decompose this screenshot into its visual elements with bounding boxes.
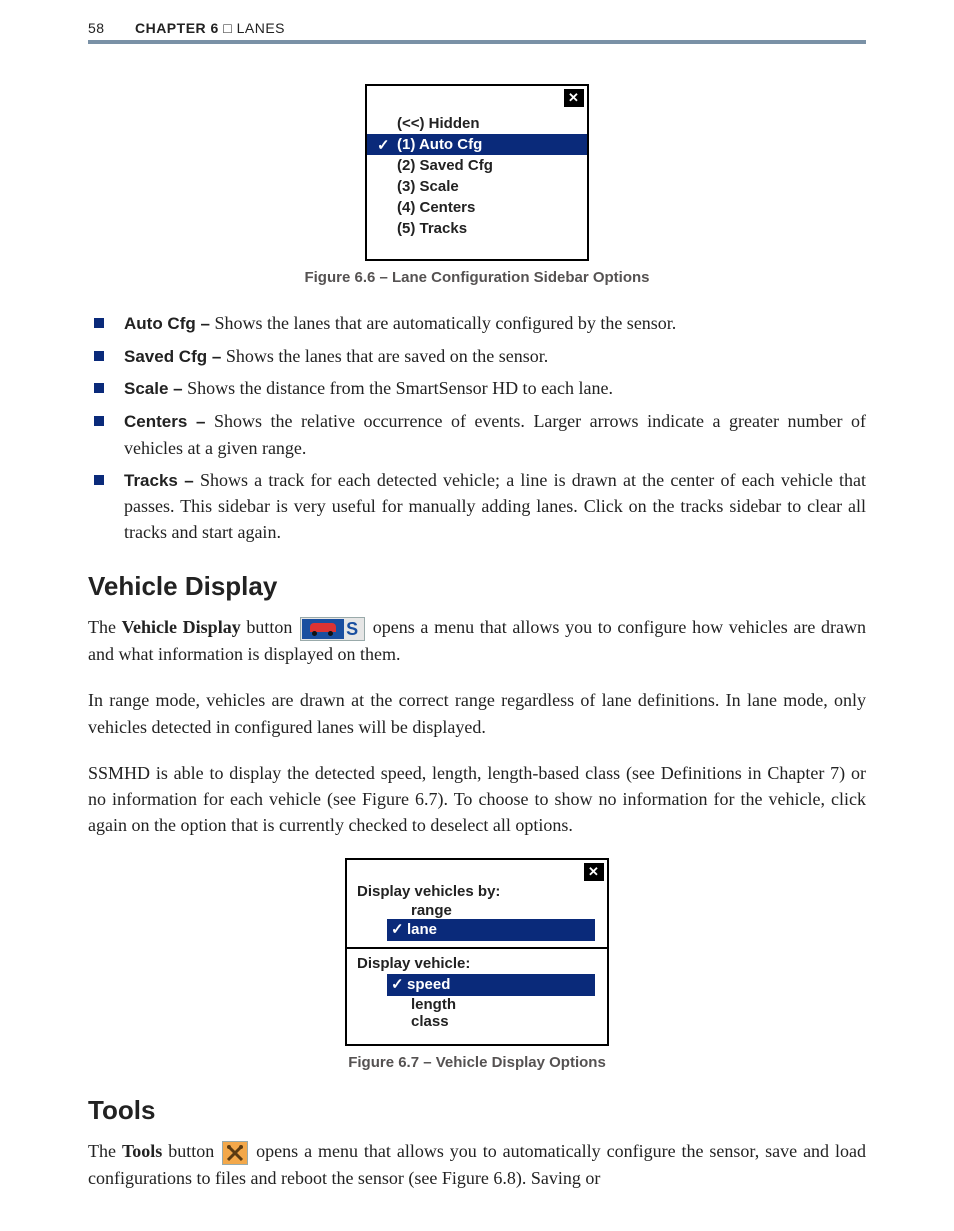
- text-segment: The: [88, 617, 122, 637]
- option-speed-label: speed: [407, 976, 450, 993]
- option-lane[interactable]: ✓ lane: [387, 919, 595, 941]
- tools-para: The Tools button opens a menu that allow…: [88, 1138, 866, 1191]
- tools-bold: Tools: [122, 1141, 162, 1161]
- vehicle-display-para-2: In range mode, vehicles are drawn at the…: [88, 687, 866, 739]
- group-heading: Display vehicle:: [347, 953, 607, 974]
- check-icon: ✓: [391, 919, 404, 941]
- desc-centers: Shows the relative occurrence of events.…: [124, 411, 866, 458]
- list-item: Centers – Shows the relative occurrence …: [88, 408, 866, 461]
- option-lane-label: lane: [407, 921, 437, 938]
- tools-button-icon[interactable]: [222, 1141, 248, 1165]
- figure-6-7-caption: Figure 6.7 – Vehicle Display Options: [88, 1054, 866, 1071]
- display-vehicle-group: Display vehicle: ✓ speed length class: [347, 947, 607, 1034]
- close-icon[interactable]: [564, 89, 584, 107]
- chapter-title: LANES: [237, 20, 285, 36]
- close-icon[interactable]: [584, 863, 604, 881]
- desc-saved-cfg: Shows the lanes that are saved on the se…: [221, 346, 548, 366]
- check-icon: ✓: [377, 136, 390, 154]
- vehicle-display-bold: Vehicle Display: [122, 617, 241, 637]
- vehicle-display-para-1: The Vehicle Display button S opens a men…: [88, 614, 866, 667]
- term-centers: Centers –: [124, 412, 206, 431]
- chapter-label: CHAPTER 6: [135, 20, 219, 36]
- sidebar-option-auto-cfg[interactable]: ✓ (1) Auto Cfg: [367, 134, 587, 155]
- text-segment: button: [241, 617, 298, 637]
- group-heading: Display vehicles by:: [347, 881, 607, 902]
- vehicle-display-para-3: SSMHD is able to display the detected sp…: [88, 760, 866, 838]
- fig66-titlebar: [367, 86, 587, 113]
- document-page: 58 CHAPTER 6 □ LANES (<<) Hidden ✓ (1) A…: [0, 0, 954, 1231]
- list-item: Saved Cfg – Shows the lanes that are sav…: [88, 343, 866, 370]
- page-number: 58: [88, 20, 105, 36]
- term-auto-cfg: Auto Cfg –: [124, 314, 210, 333]
- desc-tracks: Shows a track for each detected vehicle;…: [124, 470, 866, 543]
- term-scale: Scale –: [124, 379, 183, 398]
- sidebar-option-centers[interactable]: (4) Centers: [367, 197, 587, 218]
- option-class[interactable]: class: [347, 1013, 607, 1030]
- sidebar-option-tracks[interactable]: (5) Tracks: [367, 218, 587, 239]
- lane-config-sidebar-figure: (<<) Hidden ✓ (1) Auto Cfg (2) Saved Cfg…: [365, 84, 589, 261]
- vehicle-display-button-letter: S: [344, 619, 362, 639]
- option-length[interactable]: length: [347, 996, 607, 1013]
- header-rule: [88, 40, 866, 44]
- sidebar-option-label: (1) Auto Cfg: [397, 136, 482, 153]
- definition-list: Auto Cfg – Shows the lanes that are auto…: [88, 310, 866, 545]
- tools-heading: Tools: [88, 1095, 866, 1126]
- text-segment: The: [88, 1141, 122, 1161]
- fig67-titlebar: [347, 860, 607, 881]
- crossed-tools-icon: [225, 1143, 245, 1163]
- vehicle-display-button-icon[interactable]: S: [300, 617, 365, 641]
- vehicle-display-options-figure: Display vehicles by: range ✓ lane Displa…: [345, 858, 609, 1046]
- term-tracks: Tracks –: [124, 471, 194, 490]
- display-vehicles-by-group: Display vehicles by: range ✓ lane: [347, 881, 607, 945]
- figure-6-6-caption: Figure 6.6 – Lane Configuration Sidebar …: [88, 269, 866, 286]
- desc-scale: Shows the distance from the SmartSensor …: [183, 378, 613, 398]
- text-segment: button: [162, 1141, 220, 1161]
- list-item: Auto Cfg – Shows the lanes that are auto…: [88, 310, 866, 337]
- sidebar-option-saved-cfg[interactable]: (2) Saved Cfg: [367, 155, 587, 176]
- term-saved-cfg: Saved Cfg –: [124, 347, 221, 366]
- fig66-option-list: (<<) Hidden ✓ (1) Auto Cfg (2) Saved Cfg…: [367, 113, 587, 259]
- running-header: 58 CHAPTER 6 □ LANES: [88, 20, 866, 36]
- check-icon: ✓: [391, 974, 404, 996]
- option-range[interactable]: range: [347, 902, 607, 919]
- list-item: Scale – Shows the distance from the Smar…: [88, 375, 866, 402]
- sidebar-option-hidden[interactable]: (<<) Hidden: [367, 113, 587, 134]
- chapter-separator: □: [219, 20, 237, 36]
- list-item: Tracks – Shows a track for each detected…: [88, 467, 866, 546]
- desc-auto-cfg: Shows the lanes that are automatically c…: [210, 313, 676, 333]
- vehicle-display-heading: Vehicle Display: [88, 571, 866, 602]
- sidebar-option-scale[interactable]: (3) Scale: [367, 176, 587, 197]
- car-icon: [302, 619, 344, 639]
- option-speed[interactable]: ✓ speed: [387, 974, 595, 996]
